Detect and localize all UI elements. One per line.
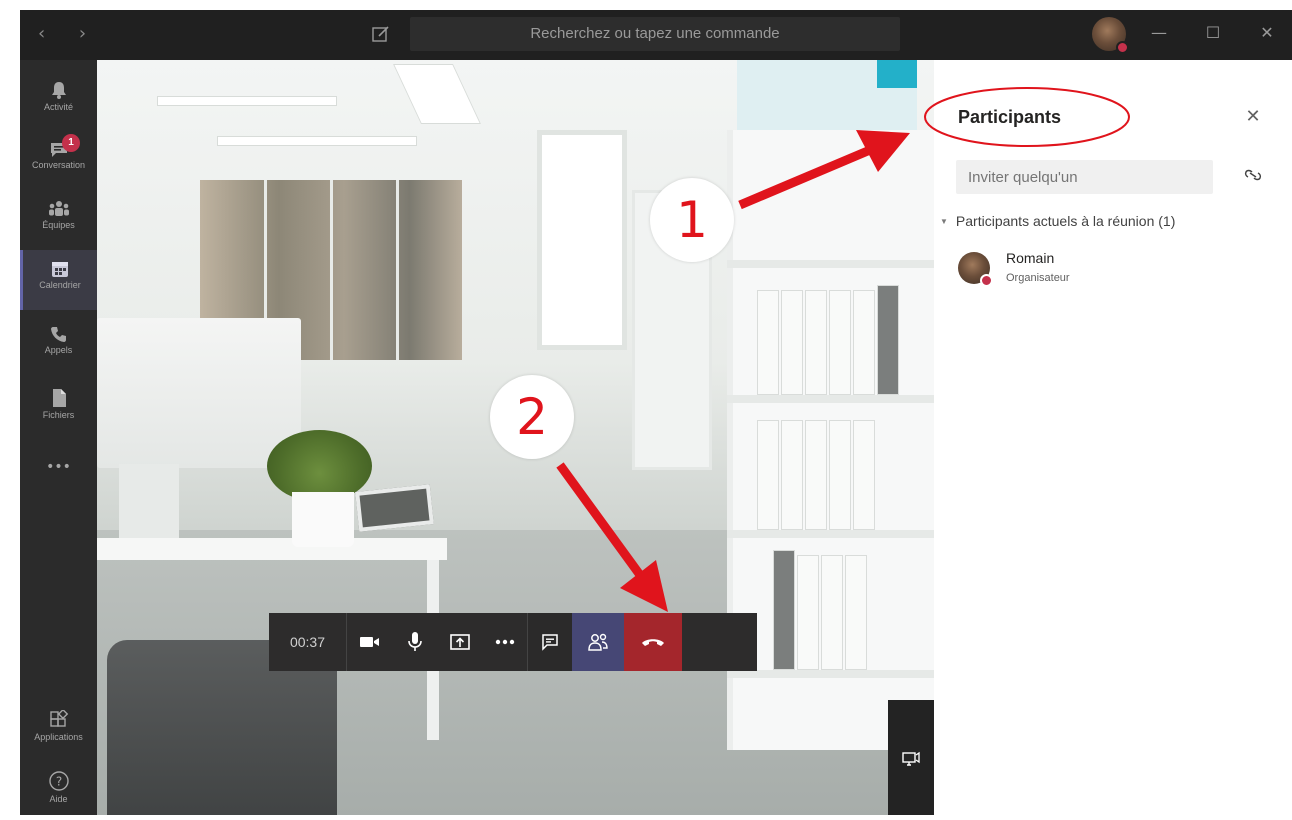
phone-icon xyxy=(50,327,66,342)
participant-role: Organisateur xyxy=(1006,272,1070,284)
rail-item-activity[interactable]: Activité xyxy=(20,70,97,130)
hang-up-button[interactable] xyxy=(624,613,682,671)
rail-item-applications[interactable]: Applications xyxy=(20,700,97,760)
show-chat-button[interactable] xyxy=(527,613,572,671)
current-participants-section[interactable]: ▼ Participants actuels à la réunion (1) xyxy=(940,213,1175,229)
profile-avatar[interactable] xyxy=(1092,17,1129,54)
binder xyxy=(829,290,851,395)
binder xyxy=(853,290,875,395)
busy-status-icon xyxy=(980,274,993,287)
binder xyxy=(781,290,803,395)
binder xyxy=(797,555,819,670)
shelf-board xyxy=(727,395,934,403)
minimize-button[interactable]: — xyxy=(1146,20,1172,46)
annotation-step-2: 2 xyxy=(490,375,574,459)
teams-icon xyxy=(48,201,69,216)
annotation-step-1: 1 xyxy=(650,178,734,262)
plant-pot xyxy=(292,492,354,547)
rail-item-help[interactable]: ? Aide xyxy=(20,760,97,820)
bell-icon xyxy=(51,82,66,99)
show-participants-button[interactable] xyxy=(572,613,624,671)
more-apps-icon[interactable]: ••• xyxy=(20,452,97,482)
participant-name[interactable]: Romain xyxy=(1006,250,1054,266)
rail-item-files[interactable]: Fichiers xyxy=(20,378,97,438)
binder xyxy=(781,420,803,530)
background-window xyxy=(537,130,627,350)
rail-item-label: Applications xyxy=(34,732,83,742)
device-settings-button[interactable] xyxy=(888,700,934,815)
binder xyxy=(877,285,899,395)
binder xyxy=(829,420,851,530)
shelf-board xyxy=(727,670,934,678)
busy-status-icon xyxy=(1116,41,1129,54)
rail-item-label: Activité xyxy=(43,102,73,112)
camera-button[interactable] xyxy=(347,613,392,671)
rail-item-label: Calendrier xyxy=(39,280,81,290)
unread-badge: 1 xyxy=(62,134,80,152)
rail-item-label: Appels xyxy=(44,345,73,355)
desk xyxy=(97,538,447,560)
collapse-caret-icon: ▼ xyxy=(940,217,948,226)
desk-monitor xyxy=(97,318,301,468)
video-camera-icon xyxy=(359,637,379,647)
shelf-board xyxy=(727,530,934,538)
rail-item-label: Conversation xyxy=(31,160,86,170)
maximize-button[interactable]: ☐ xyxy=(1200,20,1226,46)
rail-item-calendar[interactable]: Calendrier xyxy=(20,250,97,310)
ceiling-light xyxy=(157,96,337,106)
panel-title: Participants xyxy=(958,107,1062,127)
binder xyxy=(821,555,843,670)
rail-item-conversation[interactable]: 1 Conversation xyxy=(20,130,97,190)
teams-window: ‹ › Recherchez ou tapez une commande — ☐… xyxy=(0,0,1292,815)
wall-sign-accent xyxy=(877,60,917,88)
shelf-board xyxy=(727,260,934,268)
svg-text:?: ? xyxy=(55,775,61,789)
share-link-icon[interactable] xyxy=(1244,168,1262,182)
device-share-icon xyxy=(902,751,920,766)
files-icon xyxy=(52,389,66,407)
binder xyxy=(757,420,779,530)
calendar-icon xyxy=(52,262,68,277)
binder xyxy=(773,550,795,670)
binder xyxy=(805,420,827,530)
participant-avatar[interactable] xyxy=(958,252,993,287)
binder xyxy=(805,290,827,395)
ceiling-light xyxy=(393,64,481,124)
participants-icon xyxy=(588,633,608,651)
call-controls-bar: 00:37 xyxy=(269,613,757,671)
help-icon: ? xyxy=(48,771,69,791)
more-actions-button[interactable] xyxy=(482,613,527,671)
call-timer: 00:37 xyxy=(269,613,347,671)
microphone-button[interactable] xyxy=(392,613,437,671)
search-input[interactable]: Recherchez ou tapez une commande xyxy=(410,17,900,51)
ellipsis-icon xyxy=(495,639,514,645)
section-label: Participants actuels à la réunion (1) xyxy=(955,213,1176,229)
title-bar: ‹ › Recherchez ou tapez une commande — ☐… xyxy=(20,10,1292,60)
close-window-button[interactable]: ✕ xyxy=(1254,20,1280,46)
photo-frame xyxy=(355,484,434,532)
rail-item-calls[interactable]: Appels xyxy=(20,315,97,375)
binder xyxy=(757,290,779,395)
ceiling-light xyxy=(217,136,417,146)
binder xyxy=(853,420,875,530)
hang-up-icon xyxy=(642,639,664,646)
rail-item-teams[interactable]: Équipes xyxy=(20,190,97,250)
rail-item-label: Aide xyxy=(49,794,68,804)
history-nav-arrows[interactable]: ‹ › xyxy=(38,23,100,44)
binder xyxy=(845,555,867,670)
apps-icon xyxy=(49,710,68,727)
chat-bubble-icon xyxy=(542,634,558,651)
invite-input[interactable] xyxy=(956,160,1213,194)
new-chat-icon[interactable] xyxy=(370,23,392,45)
painting-divider xyxy=(396,180,399,360)
painting-divider xyxy=(330,180,333,360)
microphone-icon xyxy=(407,632,422,651)
rail-item-label: Équipes xyxy=(42,220,75,230)
share-screen-icon xyxy=(449,634,470,650)
close-panel-button[interactable]: ✕ xyxy=(1241,105,1265,129)
rail-item-label: Fichiers xyxy=(42,410,75,420)
share-screen-button[interactable] xyxy=(437,613,482,671)
app-rail: Activité 1 Conversation Équipes Calendri… xyxy=(20,60,97,815)
participants-panel: Participants ✕ ▼ Participants actuels à l… xyxy=(934,60,1292,815)
